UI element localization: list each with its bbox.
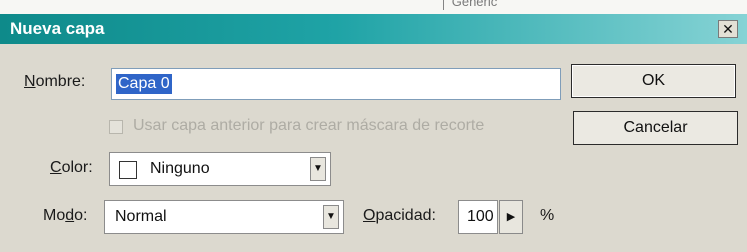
background-window-strip: │ Genéric: [0, 0, 747, 14]
ok-button[interactable]: OK: [571, 64, 736, 98]
opacity-input[interactable]: 100: [458, 200, 498, 234]
clipping-mask-label: Usar capa anterior para crear máscara de…: [133, 117, 485, 134]
close-icon[interactable]: ✕: [718, 20, 738, 38]
chevron-right-icon[interactable]: ▶: [499, 200, 523, 234]
background-text: │ Genéric: [440, 0, 498, 9]
color-swatch: [119, 161, 137, 179]
title-bar[interactable]: Nueva capa ✕: [0, 14, 747, 44]
cancel-button[interactable]: Cancelar: [573, 111, 738, 145]
color-label: Color:: [50, 159, 93, 176]
opacity-unit: %: [540, 207, 555, 224]
clipping-mask-checkbox[interactable]: [109, 120, 123, 134]
mode-select[interactable]: Normal ▼: [104, 200, 344, 234]
mode-label: Modo:: [43, 207, 88, 224]
color-select[interactable]: Ninguno ▼: [109, 152, 331, 186]
name-label: Nombre:: [24, 73, 86, 90]
opacity-label: Opacidad:: [363, 207, 436, 224]
dialog-title: Nueva capa: [10, 19, 105, 38]
name-input[interactable]: Capa 0: [111, 68, 561, 100]
chevron-down-icon[interactable]: ▼: [323, 205, 339, 229]
new-layer-dialog: Nueva capa ✕ Nombre: Capa 0 OK Cancelar …: [0, 14, 747, 252]
mode-value: Normal: [115, 208, 167, 225]
color-value: Ninguno: [150, 160, 210, 177]
chevron-down-icon[interactable]: ▼: [310, 157, 326, 181]
name-input-value: Capa 0: [116, 74, 172, 94]
